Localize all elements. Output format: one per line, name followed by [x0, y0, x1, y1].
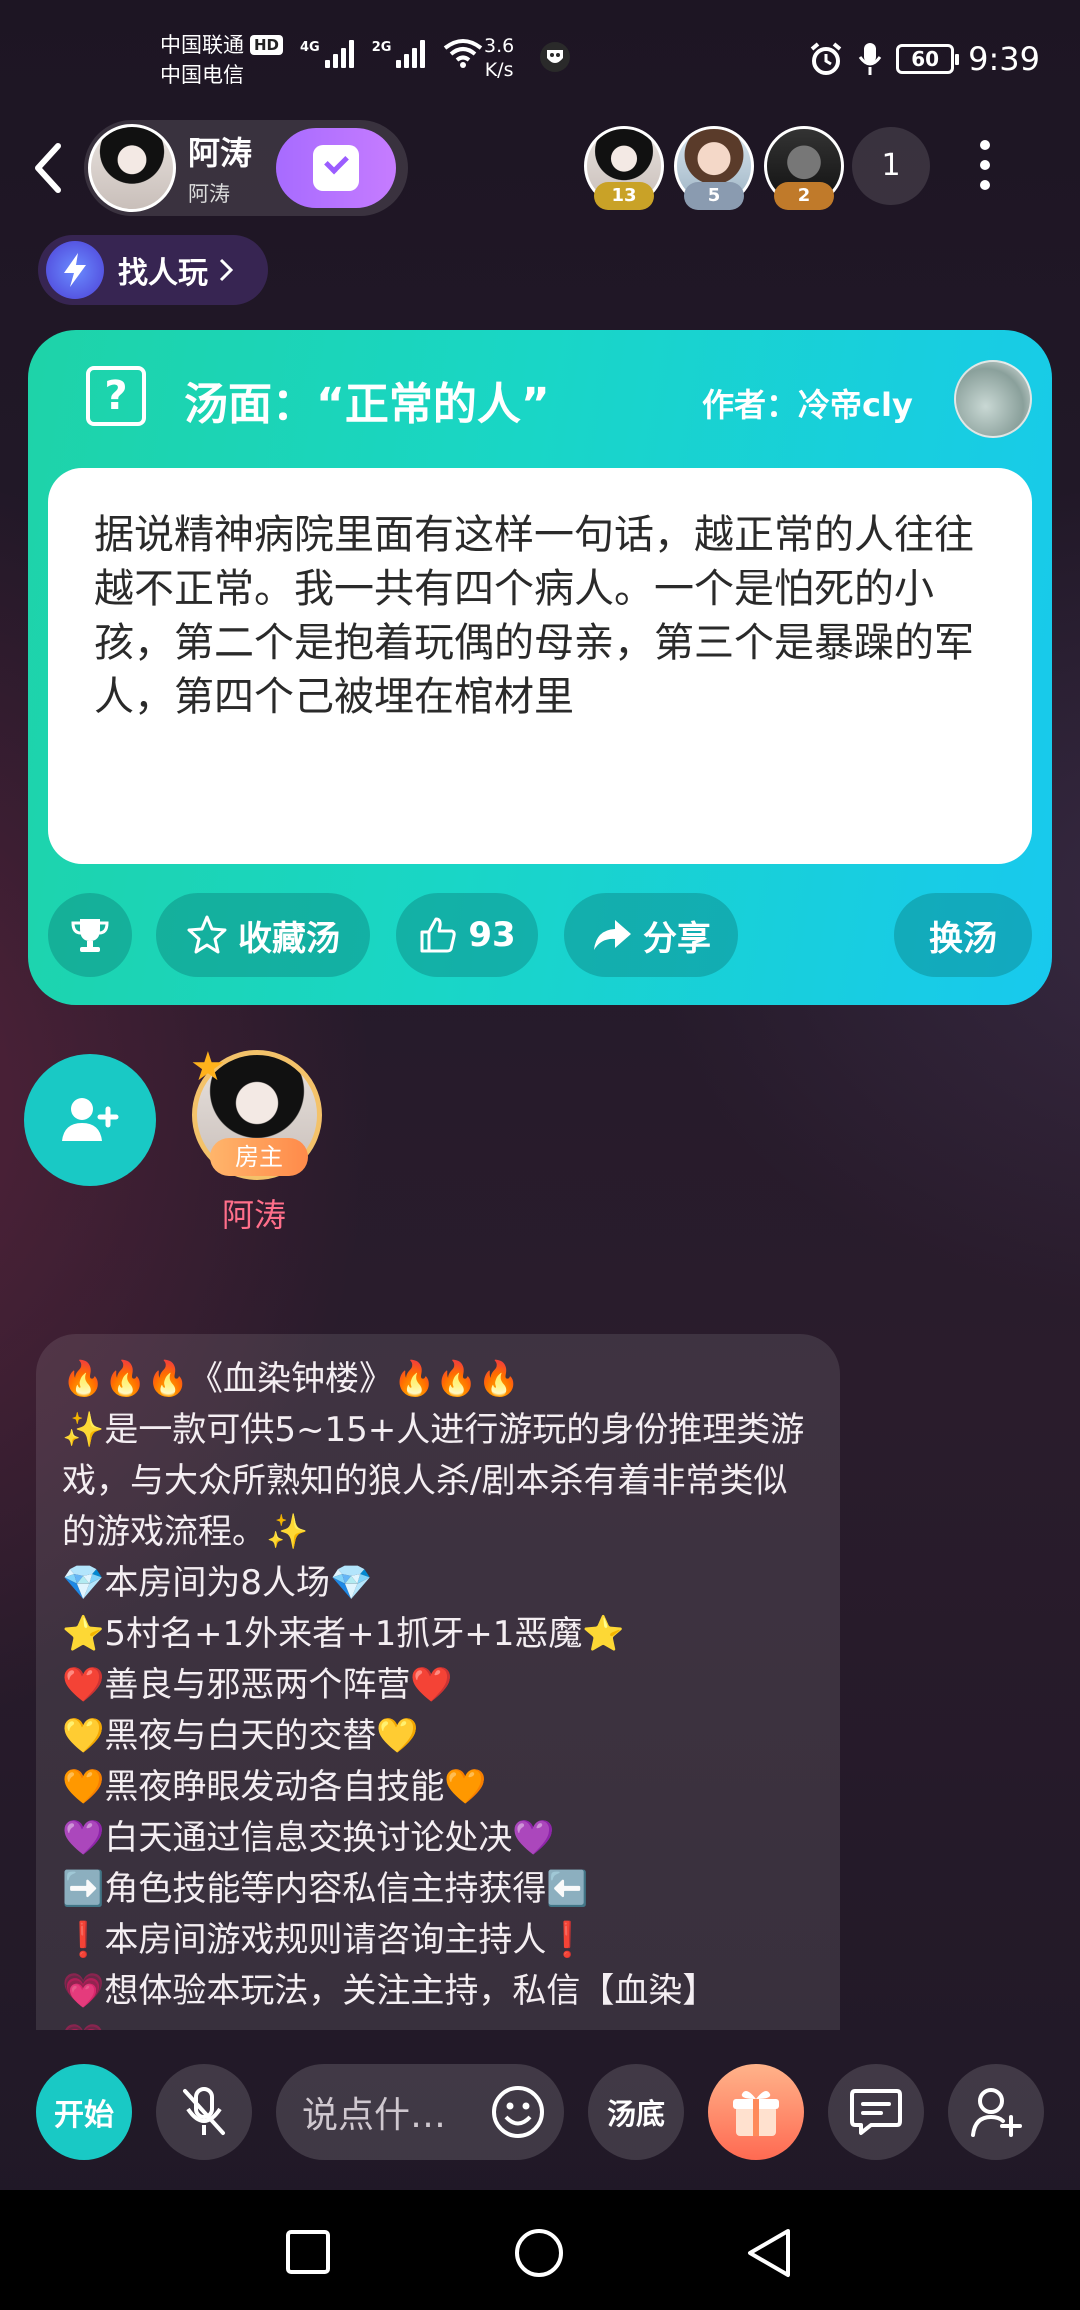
mic-off-icon	[183, 2087, 225, 2135]
back-icon[interactable]	[28, 140, 68, 196]
signal-icon: 4G	[300, 40, 354, 68]
soup-text: 据说精神病院里面有这样一句话，越正常的人往往越不正常。我一共有四个病人。一个是怕…	[48, 468, 1032, 864]
check-icon	[313, 145, 359, 191]
more-icon[interactable]	[980, 140, 992, 200]
message-icon	[850, 2089, 902, 2135]
add-seat-button[interactable]	[24, 1054, 156, 1186]
level-badge: 13	[594, 182, 654, 210]
soup-author[interactable]: 作者：冷帝cly	[702, 380, 913, 426]
trophy-button[interactable]	[48, 893, 132, 977]
carrier-info: 中国联通 HD 中国电信	[160, 30, 284, 90]
intro-line: 💗想体验本玩法，关注主持，私信【血染】	[62, 1971, 717, 2011]
intro-line: ⭐5村名+1外来者+1抓牙+1恶魔⭐	[62, 1614, 625, 1654]
intro-line: ❤️善良与邪恶两个阵营❤️	[62, 1665, 453, 1705]
start-button[interactable]: 开始	[36, 2064, 132, 2160]
intro-line: 🔥🔥🔥《血染钟楼》🔥🔥🔥	[62, 1359, 521, 1399]
add-user-icon	[971, 2088, 1022, 2137]
share-button[interactable]: 分享	[564, 893, 738, 977]
intro-line: 💗	[62, 2017, 816, 2030]
lightning-icon	[46, 241, 104, 299]
intro-line: 🧡黑夜睁眼发动各自技能🧡	[62, 1767, 487, 1807]
seat-name: 阿涛	[222, 1196, 287, 1234]
invite-button[interactable]	[948, 2064, 1044, 2160]
find-play-label: 找人玩	[118, 256, 208, 291]
mic-off-button[interactable]	[156, 2064, 252, 2160]
intro-line: 💎本房间为8人场💎	[62, 1563, 373, 1603]
audience-count[interactable]: 1	[852, 127, 930, 205]
host-avatar[interactable]	[88, 124, 176, 212]
gift-icon	[733, 2090, 779, 2136]
chat-input[interactable]: 说点什…	[276, 2064, 564, 2160]
intro-line: 💛黑夜与白天的交替💛	[62, 1716, 419, 1756]
mask-app-icon	[540, 42, 570, 72]
intro-line: ➡️角色技能等内容私信主持获得⬅️	[62, 1869, 589, 1909]
intro-line: 💜白天通过信息交换讨论处决💜	[62, 1818, 555, 1858]
follow-button[interactable]	[276, 128, 396, 208]
star-icon: ★	[190, 1044, 226, 1090]
author-avatar[interactable]	[954, 360, 1032, 438]
host-tag: 房主	[210, 1138, 308, 1176]
soup-answer-button[interactable]: 汤底	[588, 2064, 684, 2160]
emoji-icon[interactable]	[490, 2084, 546, 2140]
chevron-right-icon	[219, 258, 234, 282]
like-button[interactable]: 93	[396, 893, 538, 977]
chat-placeholder: 说点什…	[302, 2095, 447, 2136]
system-nav-bar	[0, 2190, 1080, 2310]
find-play-button[interactable]: 找人玩	[38, 235, 268, 305]
signal-indicators: 4G 2G	[300, 38, 483, 68]
room-intro: 🔥🔥🔥《血染钟楼》🔥🔥🔥 ✨是一款可供5~15+人进行游玩的身份推理类游戏，与大…	[36, 1334, 840, 2030]
battery-icon: 60	[896, 44, 960, 74]
carrier-2: 中国电信	[160, 63, 244, 87]
collect-button[interactable]: 收藏汤	[156, 893, 370, 977]
thumbs-up-icon	[420, 917, 457, 953]
level-badge: 2	[774, 182, 834, 210]
soup-title: 汤面：“正常的人”	[184, 379, 550, 430]
trophy-icon	[71, 919, 109, 952]
net-speed: 3.6 K/s	[484, 35, 515, 81]
change-soup-button[interactable]: 换汤	[894, 893, 1032, 977]
back-nav-icon[interactable]	[744, 2226, 794, 2280]
share-icon	[594, 920, 631, 950]
clock: 9:39	[968, 40, 1040, 78]
wifi-icon	[444, 39, 483, 68]
hd-badge: HD	[250, 35, 284, 55]
message-button[interactable]	[828, 2064, 924, 2160]
alarm-icon	[810, 42, 842, 75]
host-name: 阿涛	[188, 134, 253, 172]
add-user-icon	[62, 1098, 119, 1141]
carrier-1: 中国联通	[160, 33, 244, 57]
star-icon	[187, 915, 227, 954]
level-badge: 5	[684, 182, 744, 210]
question-icon: ?	[86, 366, 146, 426]
recents-icon[interactable]	[284, 2228, 332, 2276]
status-right: 60 9:39	[808, 40, 1040, 78]
intro-line: ❗本房间游戏规则请咨询主持人❗	[62, 1920, 589, 1960]
like-count: 93	[468, 915, 516, 955]
home-icon[interactable]	[512, 2226, 566, 2280]
gift-button[interactable]	[708, 2064, 804, 2160]
mic-icon	[858, 43, 882, 75]
signal-icon: 2G	[372, 40, 426, 68]
host-subtitle: 阿涛	[188, 182, 230, 206]
intro-line: ✨是一款可供5~15+人进行游玩的身份推理类游戏，与大众所熟知的狼人杀/剧本杀有…	[62, 1410, 805, 1552]
